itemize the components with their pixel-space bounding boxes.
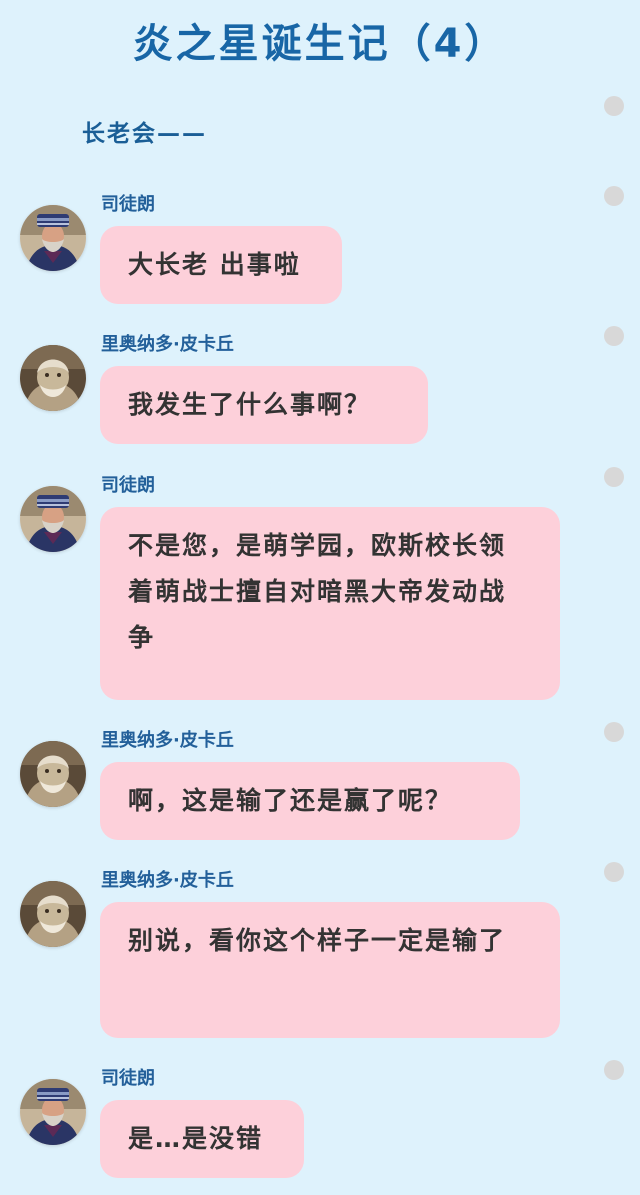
message-bubble[interactable]: 大长老 出事啦 [100,226,342,304]
elder-avatar[interactable] [20,486,86,552]
message-bubble[interactable]: 我发生了什么事啊？ [100,366,428,444]
message-bubble[interactable]: 不是您，是萌学园，欧斯校长领着萌战士擅自对暗黑大帝发动战争 [100,507,560,700]
scroll-dot[interactable] [604,186,624,206]
scroll-dot[interactable] [604,326,624,346]
speaker-name: 司徒朗 [101,194,155,215]
message-bubble[interactable]: 啊，这是输了还是赢了呢？ [100,762,520,840]
page-title: 炎之星诞生记（4） [132,21,508,67]
speaker-name: 里奥纳多·皮卡丘 [101,334,234,355]
section-label: 长老会—— [82,121,207,147]
elder-avatar[interactable] [20,1079,86,1145]
beast-elder-avatar[interactable] [20,881,86,947]
scroll-dot[interactable] [604,722,624,742]
scroll-dot[interactable] [604,467,624,487]
message-bubble[interactable]: 是…是没错 [100,1100,304,1178]
scroll-dot[interactable] [604,1060,624,1080]
message-bubble[interactable]: 别说，看你这个样子一定是输了 [100,902,560,1038]
scroll-dot[interactable] [604,96,624,116]
speaker-name: 里奥纳多·皮卡丘 [101,730,234,751]
speaker-name: 司徒朗 [101,1068,155,1089]
speaker-name: 里奥纳多·皮卡丘 [101,870,234,891]
scroll-dot[interactable] [604,862,624,882]
beast-elder-avatar[interactable] [20,345,86,411]
elder-avatar[interactable] [20,205,86,271]
speaker-name: 司徒朗 [101,475,155,496]
beast-elder-avatar[interactable] [20,741,86,807]
